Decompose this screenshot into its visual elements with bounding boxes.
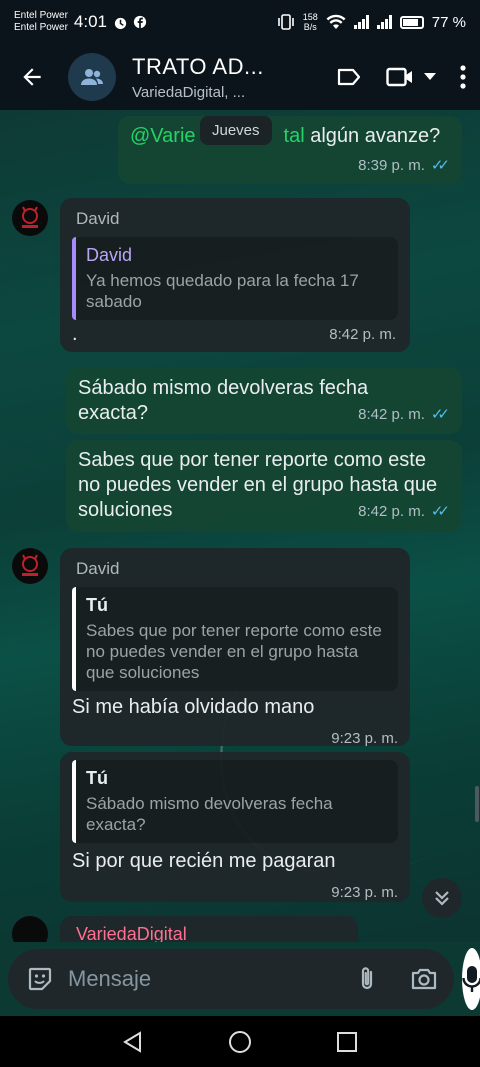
composer	[0, 942, 480, 1016]
mention-end[interactable]: tal	[284, 125, 305, 147]
message-outgoing[interactable]: Sábado mismo devolveras fecha exacta? 8:…	[66, 368, 462, 434]
quote-author: Tú	[86, 768, 108, 788]
network-speed-value: 158	[302, 12, 318, 22]
chevron-down-icon	[424, 73, 436, 80]
scrollbar[interactable]	[475, 786, 479, 822]
video-camera-icon	[386, 67, 412, 87]
arrow-left-icon	[23, 68, 41, 86]
wifi-icon	[326, 14, 346, 29]
signal-icon-2	[376, 15, 392, 29]
message-text: Si por que recién me pagaran	[72, 850, 336, 872]
signal-icon-1	[353, 15, 369, 29]
sender-name[interactable]: David	[76, 556, 398, 581]
message-text: Si me había olvidado mano	[72, 696, 315, 718]
back-triangle-icon[interactable]	[122, 1030, 144, 1053]
battery-level: 77 %	[431, 13, 466, 31]
message-incoming[interactable]: David Tú Sabes que por tener reporte com…	[60, 548, 410, 747]
message-incoming[interactable]: VariedaDigital	[60, 916, 358, 942]
message-list[interactable]: @Varie tal algún avanze? 8:39 p. m. ✓✓ Ju…	[0, 110, 480, 942]
group-icon	[81, 69, 103, 85]
sender-name[interactable]: David	[76, 206, 398, 231]
quote-text: Sábado mismo devolveras fecha exacta?	[86, 794, 333, 834]
video-call-button[interactable]	[386, 67, 436, 87]
attach-icon[interactable]	[356, 965, 378, 993]
message-time: 9:23 p. m.	[331, 730, 398, 747]
vibrate-icon	[277, 14, 294, 30]
message-input[interactable]	[68, 966, 356, 992]
devil-logo-icon	[22, 206, 38, 228]
carrier-names: Entel Power Entel Power	[14, 10, 68, 34]
sticker-icon[interactable]	[26, 965, 54, 993]
chat-title-area[interactable]: TRATO AD... VariedaDigital, ...	[132, 54, 336, 101]
read-ticks-icon: ✓✓	[430, 503, 450, 520]
group-members: VariedaDigital, ...	[132, 83, 246, 101]
date-chip: Jueves	[200, 116, 272, 145]
quoted-message[interactable]: Tú Sabes que por tener reporte como este…	[72, 587, 398, 691]
carrier-2: Entel Power	[14, 22, 68, 33]
status-bar: Entel Power Entel Power 4:01 158 B/s 77 …	[0, 0, 480, 44]
group-avatar[interactable]	[68, 53, 116, 101]
message-outgoing[interactable]: Sabes que por tener reporte como este no…	[66, 440, 462, 532]
battery-icon	[399, 15, 424, 29]
quote-author: Tú	[86, 595, 108, 615]
back-button[interactable]	[16, 61, 48, 93]
carrier-1: Entel Power	[14, 10, 68, 21]
camera-icon[interactable]	[410, 967, 438, 991]
message-time: 8:42 p. m.	[358, 503, 425, 520]
message-time: 9:23 p. m.	[331, 884, 398, 901]
more-options-icon[interactable]	[460, 65, 466, 89]
header-actions	[336, 65, 466, 89]
clock: 4:01	[73, 12, 108, 31]
quote-text: Ya hemos quedado para la fecha 17 sabado	[86, 271, 359, 311]
label-icon[interactable]	[336, 66, 362, 88]
message-text: .	[72, 323, 78, 345]
scroll-to-bottom-button[interactable]	[422, 878, 462, 918]
quote-author: David	[86, 245, 133, 265]
quoted-message[interactable]: Tú Sábado mismo devolveras fecha exacta?	[72, 760, 398, 843]
network-speed-unit: B/s	[303, 22, 317, 32]
message-outgoing[interactable]: @Varie tal algún avanze? 8:39 p. m. ✓✓	[118, 116, 462, 184]
home-circle-icon[interactable]	[228, 1030, 252, 1054]
system-indicators: 158 B/s 77 %	[277, 12, 466, 32]
group-name: TRATO AD...	[132, 53, 264, 79]
microphone-icon	[462, 966, 480, 992]
message-text: algún avanze?	[304, 125, 441, 147]
sender-name[interactable]: VariedaDigital	[76, 922, 346, 942]
network-speed: 158 B/s	[303, 12, 318, 32]
chat-header: TRATO AD... VariedaDigital, ...	[0, 44, 480, 110]
message-time: 8:42 p. m.	[358, 406, 425, 423]
alarm-icon	[114, 17, 127, 29]
quoted-message[interactable]: David Ya hemos quedado para la fecha 17 …	[72, 237, 398, 320]
recents-square-icon[interactable]	[336, 1031, 358, 1053]
mention-start[interactable]: @Varie	[130, 125, 196, 147]
message-incoming[interactable]: David David Ya hemos quedado para la fec…	[60, 198, 410, 352]
read-ticks-icon: ✓✓	[430, 406, 450, 423]
quote-text: Sabes que por tener reporte como este no…	[86, 621, 382, 682]
avatar[interactable]	[12, 916, 48, 942]
message-meta: 8:39 p. m. ✓✓	[130, 153, 450, 178]
message-time: 8:42 p. m.	[329, 326, 396, 343]
message-incoming[interactable]: Tú Sábado mismo devolveras fecha exacta?…	[60, 752, 410, 902]
avatar[interactable]	[12, 200, 48, 236]
facebook-icon	[133, 15, 147, 29]
double-chevron-down-icon	[435, 891, 449, 906]
voice-message-button[interactable]	[462, 948, 480, 1010]
message-time: 8:39 p. m.	[358, 157, 425, 174]
notification-icons	[113, 15, 147, 30]
devil-logo-icon	[22, 554, 38, 576]
read-ticks-icon: ✓✓	[430, 157, 450, 174]
avatar[interactable]	[12, 548, 48, 584]
system-nav-bar	[0, 1016, 480, 1067]
message-input-box[interactable]	[8, 949, 454, 1009]
